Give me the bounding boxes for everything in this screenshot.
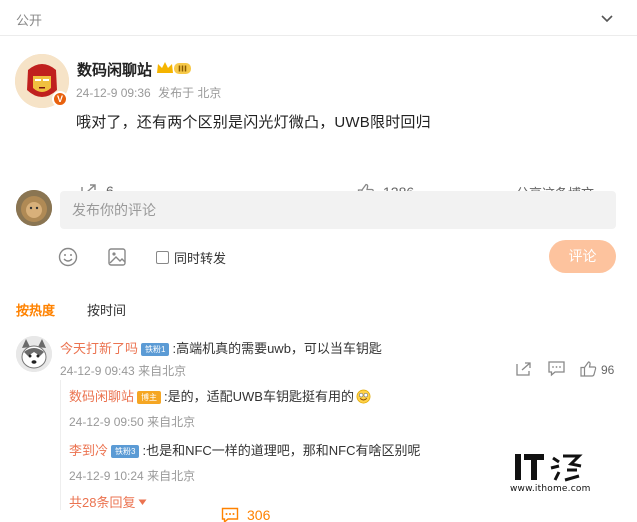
lion-avatar-icon <box>16 190 52 226</box>
reply-meta: 24-12-9 09:50 来自北京 <box>69 413 371 430</box>
reply-item: 李到冷 铁粉3:也是和NFC一样的道理吧，那和NFC有啥区别呢 24-12-9 1… <box>69 440 421 484</box>
reply-text: :也是和NFC一样的道理吧，那和NFC有啥区别呢 <box>142 443 421 458</box>
reply-item: 数码闲聊站 博主:是的，适配UWB车钥匙挺有用的 24-12-9 09:50 来自… <box>69 386 371 430</box>
comment-sort: 按热度 按时间 <box>0 296 637 320</box>
grinning-emoji-icon <box>356 389 371 404</box>
post-source: 发布于 北京 <box>158 86 222 100</box>
post-time[interactable]: 24-12-9 09:36 <box>76 86 151 100</box>
crown-badge-icon[interactable]: III <box>155 60 193 76</box>
reply-author[interactable]: 数码闲聊站 <box>69 389 134 404</box>
repost-toggle[interactable]: 同时转发 <box>156 248 226 267</box>
post-author[interactable]: 数码闲聊站 <box>77 59 152 80</box>
repost-icon[interactable] <box>514 360 534 378</box>
post-text: 哦对了，还有两个区别是闪光灯微凸，UWB限时回归 <box>76 114 431 131</box>
reply-meta: 24-12-9 10:24 来自北京 <box>69 467 421 484</box>
reply-text: :是的，适配UWB车钥匙挺有用的 <box>164 389 354 404</box>
more-replies-label: 共28条回复 <box>69 495 136 510</box>
reply-location: 来自北京 <box>147 469 196 483</box>
repost-checkbox[interactable] <box>156 251 169 264</box>
owner-badge: 博主 <box>137 391 162 404</box>
post-header: 公开 <box>0 0 637 36</box>
post-meta: 24-12-9 09:36 发布于 北京 <box>76 84 225 101</box>
husky-avatar-icon <box>16 336 52 372</box>
svg-text:III: III <box>178 65 187 74</box>
thumbs-up-icon[interactable] <box>579 360 599 378</box>
visibility-label: 公开 <box>16 13 43 28</box>
watermark-url: www.ithome.com <box>510 484 591 494</box>
comment-icon[interactable] <box>547 360 567 378</box>
emoji-icon[interactable] <box>57 246 79 268</box>
submit-comment-button[interactable]: 评论 <box>549 240 616 273</box>
comment-text: :高端机真的需要uwb，可以当车钥匙 <box>172 341 382 356</box>
fan-level-badge: 铁粉1 <box>141 343 170 356</box>
verified-badge: V <box>52 91 68 107</box>
reply-time: 24-12-9 09:50 <box>69 415 144 429</box>
more-replies-link[interactable]: 共28条回复 <box>69 492 147 511</box>
comment-avatar[interactable] <box>16 336 52 372</box>
composer-tools: 同时转发 评论 <box>0 240 637 274</box>
caret-down-icon <box>138 499 147 505</box>
reply-author[interactable]: 李到冷 <box>69 443 108 458</box>
comment-meta: 24-12-9 09:43 来自北京 <box>60 362 186 379</box>
comment-time: 24-12-9 09:43 <box>60 364 135 378</box>
comment-input[interactable]: 发布你的评论 <box>60 191 616 229</box>
sort-by-time[interactable]: 按时间 <box>87 300 126 319</box>
image-icon[interactable] <box>106 246 128 268</box>
comment-like-count: 96 <box>601 363 615 377</box>
reply-line: 数码闲聊站 博主:是的，适配UWB车钥匙挺有用的 <box>69 386 371 405</box>
repost-toggle-label: 同时转发 <box>174 251 227 266</box>
fan-level-badge: 铁粉3 <box>111 445 140 458</box>
comment-location: 来自北京 <box>138 364 187 378</box>
reply-location: 来自北京 <box>147 415 196 429</box>
chevron-down-icon[interactable] <box>599 10 615 26</box>
reply-time: 24-12-9 10:24 <box>69 469 144 483</box>
sort-by-hot[interactable]: 按热度 <box>16 300 55 319</box>
comment-author[interactable]: 今天打新了吗 <box>60 341 138 356</box>
reply-line: 李到冷 铁粉3:也是和NFC一样的道理吧，那和NFC有啥区别呢 <box>69 440 421 459</box>
my-avatar[interactable] <box>16 190 52 226</box>
comment-line: 今天打新了吗 铁粉1:高端机真的需要uwb，可以当车钥匙 <box>60 338 382 357</box>
